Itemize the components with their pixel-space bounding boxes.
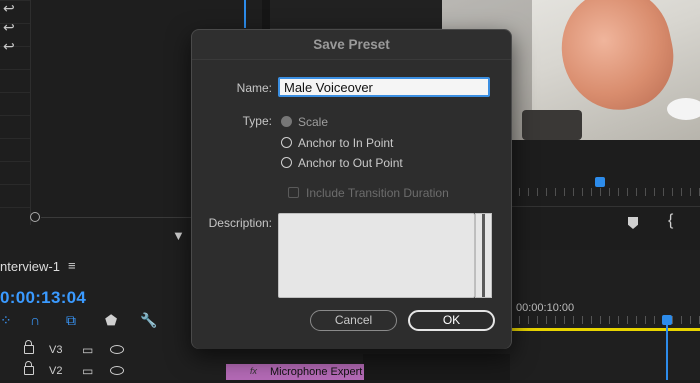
source-panel (270, 0, 442, 29)
description-textarea[interactable] (278, 213, 475, 298)
timeline-playhead[interactable] (662, 315, 672, 325)
program-monitor-controls: { (510, 140, 700, 250)
description-scrollbar[interactable] (475, 213, 492, 298)
zoom-handle[interactable] (30, 212, 40, 222)
film-icon[interactable]: ▭ (82, 343, 93, 357)
ok-button[interactable]: OK (408, 310, 495, 331)
description-label: Description: (208, 216, 272, 230)
marker-icon[interactable] (628, 217, 638, 229)
fx-badge: fx (250, 366, 258, 376)
radio-button (281, 116, 292, 127)
include-transition-checkbox (288, 187, 299, 198)
radio-button[interactable] (281, 157, 292, 168)
lock-icon[interactable] (24, 340, 34, 354)
sequence-tab[interactable]: nterview-1 (0, 259, 60, 274)
monitor-ruler[interactable] (510, 188, 700, 196)
eye-icon[interactable] (110, 345, 124, 354)
dialog-title: Save Preset (313, 37, 390, 52)
cancel-button[interactable]: Cancel (310, 310, 397, 331)
film-icon[interactable]: ▭ (82, 364, 93, 378)
magnet-icon[interactable]: ∩ (30, 312, 40, 328)
radio-scale: Scale (281, 115, 421, 131)
eye-icon[interactable] (110, 366, 124, 375)
zoom-slider-track[interactable] (41, 217, 191, 218)
ruler-timecode: 00:00:10:00 (516, 302, 575, 314)
timeline-timecode[interactable]: 0:00:13:04 (0, 288, 86, 308)
linked-selection-icon[interactable]: ⧉ (66, 312, 76, 329)
preset-name-input[interactable] (278, 77, 490, 97)
include-transition-checkbox-row: Include Transition Duration (288, 186, 468, 202)
track-header-v2: V2 ▭ (0, 361, 130, 383)
playhead-line (244, 0, 246, 28)
hamburger-menu-icon[interactable]: ≡ (68, 258, 76, 273)
undo-icon[interactable]: ↩ (3, 0, 15, 17)
radio-anchor-out-point[interactable]: Anchor to Out Point (281, 156, 421, 172)
playhead-line (666, 325, 668, 380)
snap-icon[interactable]: ⁘ (0, 312, 12, 329)
dialog-body (192, 59, 511, 349)
type-label: Type: (242, 114, 272, 128)
name-label: Name: (236, 81, 272, 95)
panel-divider (30, 0, 31, 225)
track-header-v3: V3 ▭ (0, 340, 130, 362)
lock-icon[interactable] (24, 361, 34, 375)
filter-icon[interactable]: ▼ (172, 228, 185, 243)
radio-button[interactable] (281, 137, 292, 148)
wrench-icon[interactable]: 🔧 (140, 312, 157, 329)
video-frame-hand (550, 0, 684, 121)
radio-label[interactable]: Anchor to In Point (298, 136, 393, 150)
brace-icon[interactable]: { (668, 212, 673, 230)
radio-label[interactable]: Anchor to Out Point (298, 156, 403, 170)
marker-icon[interactable]: ⬟ (105, 312, 117, 329)
track-area (363, 354, 510, 380)
include-transition-label: Include Transition Duration (306, 186, 449, 200)
timeline-clip[interactable]: fx Microphone Expert (226, 364, 364, 380)
save-preset-dialog: Save Preset Name: Type: Scale Anchor to … (191, 29, 512, 349)
monitor-playhead[interactable] (595, 177, 605, 187)
radio-label: Scale (298, 115, 329, 129)
work-area-bar[interactable] (510, 328, 700, 331)
track-name[interactable]: V2 (49, 365, 62, 377)
clip-name: Microphone Expert (270, 366, 363, 378)
track-name[interactable]: V3 (49, 344, 62, 356)
undo-icon[interactable]: ↩ (3, 38, 15, 55)
radio-anchor-in-point[interactable]: Anchor to In Point (281, 136, 421, 152)
undo-icon[interactable]: ↩ (3, 19, 15, 36)
